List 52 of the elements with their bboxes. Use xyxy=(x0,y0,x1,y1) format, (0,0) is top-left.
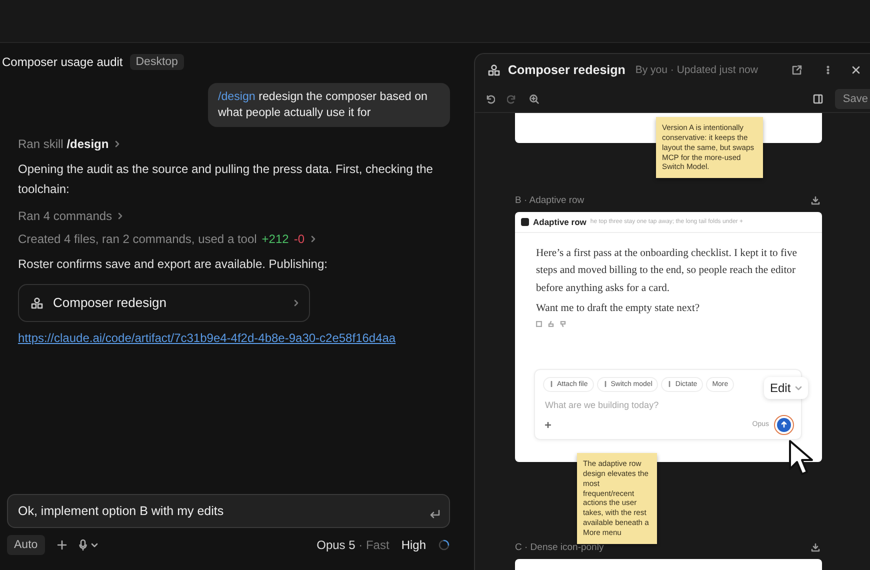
redo-icon xyxy=(507,94,517,104)
chevron-icon xyxy=(293,298,299,307)
artifact-link[interactable]: https://claude.ai/code/artifact/7c31b9e4-4f2d-4b8e-9a30-c2e58f16d4aa xyxy=(18,330,396,345)
thumbs-down-icon xyxy=(560,320,566,327)
reply-text: Want me to draft the empty state next? xyxy=(536,302,701,316)
effort-selector[interactable]: High xyxy=(401,538,426,552)
assistant-text: Opening the audit as the source and pulling the press data. First, checking the toolchain: xyxy=(18,161,434,198)
conversation-title: Composer usage audit xyxy=(2,55,123,69)
section-label: C · Dense icon-ponly xyxy=(515,542,604,553)
reply-text: Here’s a first pass at the onboarding checklist. I kept it to five steps and moved billing to the end, so people reach the editor before anything asks for a card. xyxy=(536,247,798,296)
assistant-text: Roster confirms save and export are available. Publishing: xyxy=(18,256,328,274)
platform-tag: Desktop xyxy=(130,54,184,70)
plus-icon xyxy=(545,422,551,428)
close-icon xyxy=(852,66,860,74)
artifact-meta: By you · Updated just now xyxy=(635,64,759,76)
edit-menu[interactable]: Edit xyxy=(764,377,808,399)
model-selector[interactable]: Opus 5 · Fast xyxy=(316,538,390,552)
preview-title: Adaptive row xyxy=(533,217,586,227)
user-message: /design redesign the composer based on what people actually use it for xyxy=(208,83,450,128)
copy-icon xyxy=(536,320,542,327)
more-icon xyxy=(826,65,830,75)
chevron-down-icon xyxy=(794,386,802,390)
apps-icon xyxy=(31,296,43,309)
artifact-title: Composer redesign xyxy=(508,63,626,77)
chevron-icon xyxy=(310,235,316,244)
thumbs-up-icon xyxy=(548,320,554,327)
message-input[interactable]: Ok, implement option B with my edits xyxy=(7,494,450,528)
download-icon xyxy=(811,543,820,552)
download-icon xyxy=(811,196,820,205)
tool-summary[interactable]: Created 4 files, ran 2 commands, used a tool xyxy=(18,232,257,246)
chevron-icon xyxy=(117,212,124,220)
lines-removed: -0 xyxy=(294,232,304,246)
chevron-icon xyxy=(114,140,120,148)
plus-icon xyxy=(56,540,67,550)
panel-icon xyxy=(812,94,823,104)
lines-added: +212 xyxy=(262,232,289,246)
apps-icon xyxy=(488,64,500,76)
enter-icon xyxy=(429,509,441,519)
arrow-up-icon xyxy=(781,421,787,428)
logo-icon xyxy=(521,218,529,226)
undo-icon xyxy=(485,94,495,104)
save-button[interactable]: Save xyxy=(834,89,870,109)
zoom-icon xyxy=(529,94,539,104)
send-button[interactable] xyxy=(777,418,791,432)
artifact-card[interactable]: Composer redesign xyxy=(18,284,310,322)
mode-button[interactable]: Auto xyxy=(7,535,45,555)
tool-summary[interactable]: Ran skill /design xyxy=(18,137,109,152)
prompt-field[interactable]: What are we building today? xyxy=(545,400,745,410)
section-label: B · Adaptive row xyxy=(515,195,584,206)
spinner-icon xyxy=(438,539,450,551)
external-link-icon xyxy=(792,65,802,75)
tool-summary[interactable]: Ran 4 commands xyxy=(18,209,112,224)
